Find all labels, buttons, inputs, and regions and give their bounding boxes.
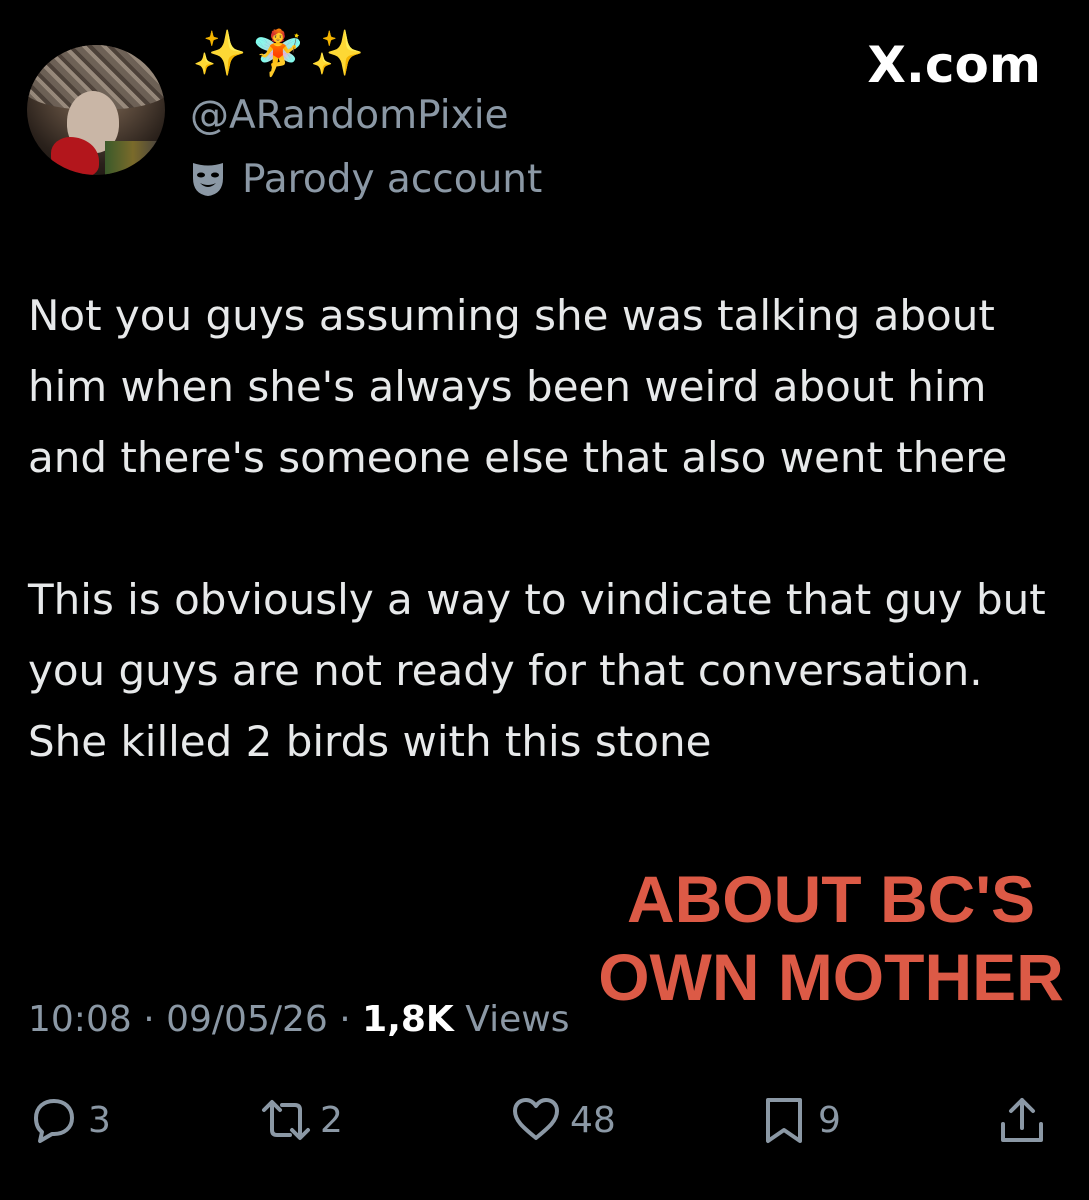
share-icon	[1001, 1098, 1043, 1142]
theater-mask-icon	[193, 163, 223, 196]
bookmark-icon	[766, 1098, 802, 1143]
display-name[interactable]: ✨🧚✨	[192, 26, 368, 82]
post-meta: 10:08 · 09/05/26 · 1,8K Views	[28, 994, 569, 1046]
reply-button[interactable]: 3	[28, 1090, 111, 1150]
post-text: Not you guys assuming she was talking ab…	[28, 280, 1068, 777]
post-paragraph: Not you guys assuming she was talking ab…	[28, 291, 1008, 482]
post-date[interactable]: 09/05/26	[166, 999, 328, 1040]
overlay-caption-line: OWN MOTHER	[598, 940, 1064, 1014]
meta-separator: ·	[339, 999, 351, 1040]
parody-label: Parody account	[242, 156, 543, 202]
reply-icon	[34, 1099, 74, 1143]
user-handle[interactable]: @ARandomPixie	[190, 92, 509, 140]
meta-separator: ·	[143, 999, 155, 1040]
overlay-caption-line: ABOUT BC'S	[626, 862, 1036, 936]
repost-count: 2	[320, 1099, 343, 1141]
avatar[interactable]	[27, 45, 165, 175]
like-button[interactable]: 48	[510, 1090, 616, 1150]
avatar-scarf-shape	[105, 141, 165, 175]
repost-button[interactable]: 2	[260, 1090, 343, 1150]
share-button[interactable]	[996, 1090, 1048, 1150]
parody-badge: Parody account	[190, 155, 542, 203]
views-count: 1,8K	[362, 999, 454, 1040]
heart-icon	[513, 1098, 559, 1140]
bookmark-button[interactable]: 9	[758, 1090, 841, 1150]
views-label: Views	[465, 999, 570, 1040]
overlay-caption: ABOUT BC'S OWN MOTHER	[582, 860, 1080, 1016]
post-paragraph: This is obviously a way to vindicate tha…	[28, 575, 1046, 766]
action-bar: 3 2 48 9	[28, 1090, 1058, 1150]
post-time[interactable]: 10:08	[28, 999, 132, 1040]
bookmark-count: 9	[818, 1099, 841, 1141]
like-count: 48	[570, 1099, 616, 1141]
site-logo: X.com	[867, 36, 1041, 94]
reply-count: 3	[88, 1099, 111, 1141]
repost-icon	[262, 1100, 310, 1140]
